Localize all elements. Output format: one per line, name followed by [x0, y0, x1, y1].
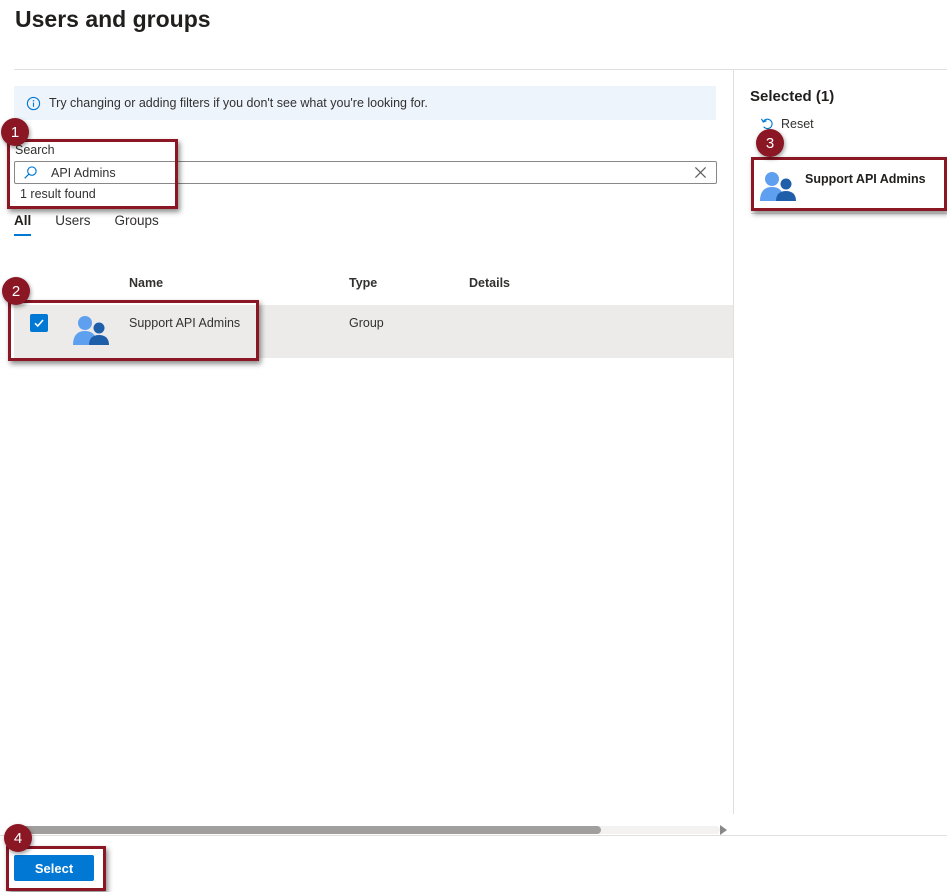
checkmark-icon: [34, 319, 44, 328]
column-header-details[interactable]: Details: [469, 276, 510, 290]
panel-divider: [733, 70, 734, 814]
info-text: Try changing or adding filters if you do…: [49, 96, 428, 110]
result-count: 1 result found: [20, 187, 96, 201]
info-icon: [26, 96, 41, 110]
scroll-right-arrow-icon[interactable]: [720, 825, 727, 835]
footer-divider: [0, 835, 947, 836]
selected-item[interactable]: Support API Admins: [751, 158, 947, 214]
horizontal-scrollbar-thumb[interactable]: [14, 826, 601, 834]
search-input[interactable]: [51, 164, 691, 181]
search-label: Search: [15, 143, 55, 157]
page-title: Users and groups: [15, 6, 211, 32]
select-button[interactable]: Select: [14, 855, 94, 881]
selected-panel-title: Selected (1): [750, 88, 835, 105]
tab-users[interactable]: Users: [55, 213, 90, 236]
row-name[interactable]: Support API Admins: [129, 316, 240, 330]
search-icon: [24, 166, 37, 179]
column-header-type[interactable]: Type: [349, 276, 377, 290]
tab-groups[interactable]: Groups: [115, 213, 159, 236]
filter-tabs: All Users Groups: [14, 213, 159, 236]
tab-all[interactable]: All: [14, 213, 32, 236]
table-row[interactable]: Support API Admins Group: [14, 305, 733, 358]
group-icon: [760, 172, 796, 201]
callout-badge-1: 1: [1, 118, 29, 146]
callout-badge-4: 4: [4, 824, 32, 852]
search-field[interactable]: [14, 161, 717, 184]
group-icon: [73, 316, 109, 345]
info-banner: Try changing or adding filters if you do…: [14, 86, 716, 120]
header-divider: [14, 69, 947, 70]
callout-badge-3: 3: [756, 129, 784, 157]
column-header-name[interactable]: Name: [129, 276, 163, 290]
row-type: Group: [349, 316, 384, 330]
row-checkbox[interactable]: [30, 314, 48, 332]
callout-badge-2: 2: [2, 277, 30, 305]
clear-search-icon[interactable]: [694, 166, 707, 179]
reset-label: Reset: [781, 116, 814, 131]
selected-item-name: Support API Admins: [805, 172, 926, 186]
